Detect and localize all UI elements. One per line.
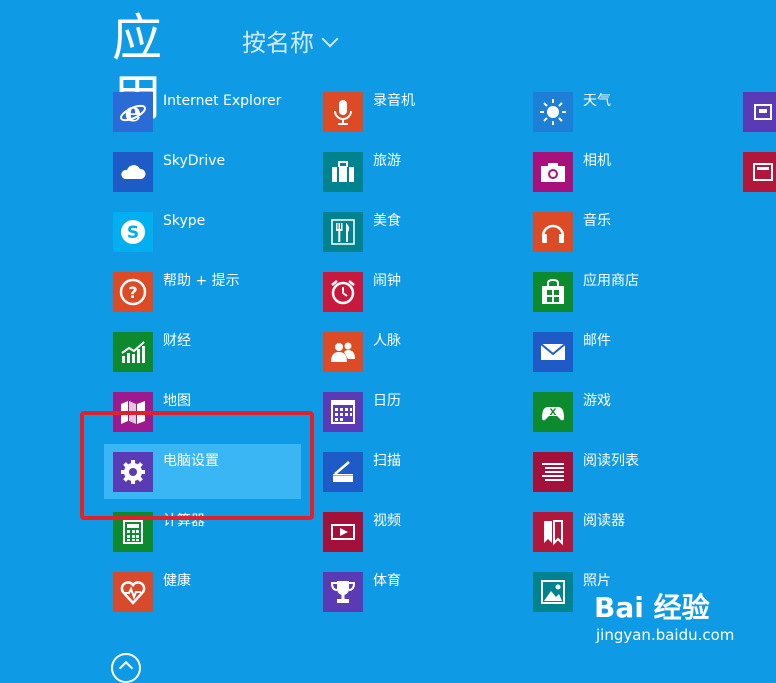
suitcase-icon	[323, 152, 363, 192]
app-label: 美食	[373, 213, 401, 229]
app-tile-internet-explorer[interactable]: e Internet Explorer	[113, 92, 303, 132]
watermark-brand: Bai 经验	[594, 591, 710, 624]
app-label: 游戏	[583, 393, 611, 409]
app-label: 日历	[373, 393, 401, 409]
store-bag-icon	[533, 272, 573, 312]
photo-icon	[533, 572, 573, 612]
app-label: 闹钟	[373, 273, 401, 289]
app-tile-alarms[interactable]: 闹钟	[323, 272, 513, 312]
app-label: 帮助 + 提示	[163, 273, 240, 289]
app-label: 阅读列表	[583, 453, 639, 469]
ie-icon: e	[113, 92, 153, 132]
app-tile-people[interactable]: 人脉	[323, 332, 513, 372]
app-label: Skype	[163, 213, 206, 229]
app-tile-games[interactable]: X 游戏	[533, 392, 723, 432]
gamepad-icon: X	[533, 392, 573, 432]
svg-text:S: S	[127, 223, 139, 243]
headphones-icon	[533, 212, 573, 252]
app-label: 地图	[163, 393, 191, 409]
app-tile-finance[interactable]: 财经	[113, 332, 303, 372]
svg-text:e: e	[125, 98, 142, 126]
question-icon: ?	[113, 272, 153, 312]
baidu-watermark: Bai 经验 jingyan.baidu.com	[590, 582, 770, 654]
reader-icon	[533, 512, 573, 552]
app-label: 人脉	[373, 333, 401, 349]
news-icon	[743, 152, 776, 192]
app-tile-music[interactable]: 音乐	[533, 212, 723, 252]
finance-chart-icon	[113, 332, 153, 372]
svg-text:?: ?	[128, 283, 137, 302]
cloud-icon	[113, 152, 153, 192]
sun-icon	[533, 92, 573, 132]
app-tile-calendar[interactable]: 日历	[323, 392, 513, 432]
heart-icon	[113, 572, 153, 612]
svg-text:X: X	[550, 408, 557, 418]
camera-icon	[533, 152, 573, 192]
people-icon	[323, 332, 363, 372]
app-tile-food[interactable]: 美食	[323, 212, 513, 252]
alarm-clock-icon	[323, 272, 363, 312]
app-tile-travel[interactable]: 旅游	[323, 152, 513, 192]
app-label: 扫描	[373, 453, 401, 469]
calendar-icon	[323, 392, 363, 432]
mail-icon	[533, 332, 573, 372]
app-label: 天气	[583, 93, 611, 109]
app-tile-video[interactable]: 视频	[323, 512, 513, 552]
app-label: 健康	[163, 573, 191, 589]
app-label: 应用商店	[583, 273, 639, 289]
microphone-icon	[323, 92, 363, 132]
app-tile-weather[interactable]: 天气	[533, 92, 723, 132]
app-label: 视频	[373, 513, 401, 529]
app-label: Internet Explorer	[163, 93, 282, 109]
app-tile-reading-list[interactable]: 阅读列表	[533, 452, 723, 492]
app-label: SkyDrive	[163, 153, 226, 169]
sort-dropdown[interactable]: 按名称	[242, 28, 339, 58]
app-label: 阅读器	[583, 513, 625, 529]
app-tile-partial-2[interactable]	[743, 152, 776, 192]
highlight-box	[80, 411, 314, 520]
app-tile-help-tips[interactable]: ? 帮助 + 提示	[113, 272, 303, 312]
fork-knife-icon	[323, 212, 363, 252]
app-tile-skype[interactable]: S Skype	[113, 212, 303, 252]
app-label: 录音机	[373, 93, 415, 109]
skype-icon: S	[113, 212, 153, 252]
app-tile-skydrive[interactable]: SkyDrive	[113, 152, 303, 192]
chevron-down-icon	[321, 30, 339, 48]
app-label: 财经	[163, 333, 191, 349]
app-tile-reader[interactable]: 阅读器	[533, 512, 723, 552]
window-icon	[743, 92, 776, 132]
app-tile-sound-recorder[interactable]: 录音机	[323, 92, 513, 132]
app-label: 邮件	[583, 333, 611, 349]
app-tile-partial-1[interactable]	[743, 92, 776, 132]
sort-label: 按名称	[242, 29, 314, 57]
app-tile-camera[interactable]: 相机	[533, 152, 723, 192]
trophy-icon	[323, 572, 363, 612]
scanner-icon	[323, 452, 363, 492]
app-tile-sports[interactable]: 体育	[323, 572, 513, 612]
app-tile-health[interactable]: 健康	[113, 572, 303, 612]
app-tile-scan[interactable]: 扫描	[323, 452, 513, 492]
scroll-up-button[interactable]	[111, 653, 141, 683]
watermark-url: jingyan.baidu.com	[596, 626, 735, 644]
app-tile-store[interactable]: 应用商店	[533, 272, 723, 312]
app-label: 旅游	[373, 153, 401, 169]
video-icon	[323, 512, 363, 552]
reading-list-icon	[533, 452, 573, 492]
app-tile-mail[interactable]: 邮件	[533, 332, 723, 372]
app-label: 音乐	[583, 213, 611, 229]
app-label: 相机	[583, 153, 611, 169]
app-label: 体育	[373, 573, 401, 589]
